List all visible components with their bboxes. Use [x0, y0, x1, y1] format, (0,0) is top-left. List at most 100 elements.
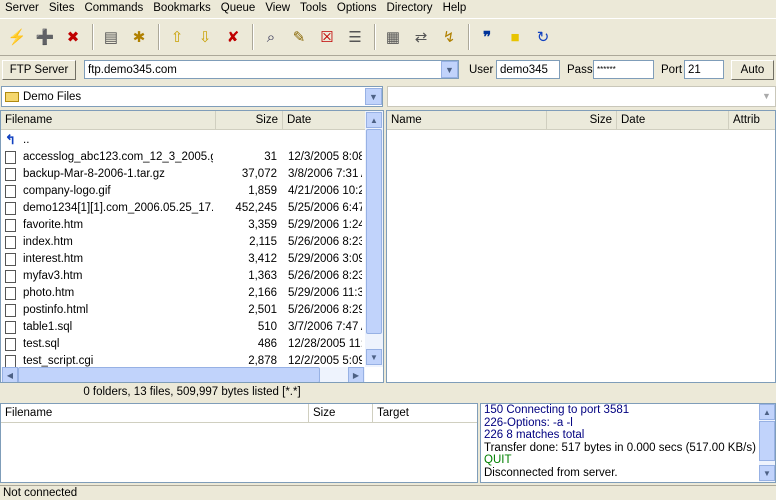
user-value: demo345 [500, 63, 548, 76]
toolbar-separator [468, 24, 470, 50]
cancel-icon[interactable]: ☒ [314, 24, 340, 50]
view-files-icon[interactable]: ▦ [380, 24, 406, 50]
menu-view[interactable]: View [260, 2, 295, 14]
connection-status: Not connected [3, 487, 78, 499]
file-name: backup-Mar-8-2006-1.tar.gz [23, 168, 165, 180]
log-line: 226-Options: -a -l [484, 416, 573, 429]
file-row[interactable]: favorite.htm 3,359 5/29/2006 1:24 [1, 217, 363, 234]
file-row[interactable]: index.htm 2,115 5/26/2006 8:23 [1, 234, 363, 251]
file-size: 2,878 [248, 355, 277, 367]
host-input[interactable]: ftp.demo345.com [84, 60, 459, 79]
file-date: 5/29/2006 11:3 [288, 287, 362, 299]
file-row[interactable]: test.sql 486 12/28/2005 11: [1, 336, 363, 353]
folder-icon[interactable]: ■ [502, 24, 528, 50]
remote-folder-select[interactable] [387, 86, 776, 107]
toolbar-separator [158, 24, 160, 50]
scroll-thumb[interactable] [366, 129, 382, 334]
scroll-left-icon[interactable]: ◀ [2, 367, 18, 382]
local-vertical-scrollbar[interactable]: ▲ ▼ [365, 111, 383, 367]
column-filename[interactable]: Filename [1, 111, 216, 130]
host-dropdown-icon[interactable]: ▼ [441, 61, 458, 78]
file-icon [5, 168, 16, 181]
file-row[interactable]: table1.sql 510 3/7/2006 7:47 A [1, 319, 363, 336]
file-size: 452,245 [235, 202, 277, 214]
pass-label: Pass [567, 64, 593, 76]
column-name[interactable]: Name [387, 111, 547, 130]
file-date: 5/29/2006 3:09 [288, 253, 362, 265]
file-size: 2,166 [248, 287, 277, 299]
file-row[interactable]: interest.htm 3,412 5/29/2006 3:09 [1, 251, 363, 268]
user-input[interactable]: demo345 [496, 60, 560, 79]
add-server-icon[interactable]: ➕ [32, 24, 58, 50]
scroll-down-icon[interactable]: ▼ [366, 349, 382, 365]
port-input[interactable]: 21 [684, 60, 724, 79]
menu-tools[interactable]: Tools [295, 2, 332, 14]
file-row[interactable]: photo.htm 2,166 5/29/2006 11:3 [1, 285, 363, 302]
quote-icon[interactable]: ❞ [474, 24, 500, 50]
upload-icon[interactable]: ⇧ [164, 24, 190, 50]
sync-icon[interactable]: ↯ [436, 24, 462, 50]
file-row[interactable]: backup-Mar-8-2006-1.tar.gz 37,072 3/8/2006… [1, 166, 363, 183]
find-icon[interactable]: ⌕ [258, 24, 284, 50]
file-row[interactable]: accesslog_abc123.com_12_3_2005.gz 31 12/3/… [1, 149, 363, 166]
pass-value: ****** [597, 65, 616, 74]
log-scroll-down-icon[interactable]: ▼ [759, 465, 775, 481]
log-scroll-up-icon[interactable]: ▲ [759, 404, 775, 420]
file-size: 2,115 [249, 236, 277, 248]
file-row[interactable]: demo1234[1][1].com_2006.05.25_17.46 452,2… [1, 200, 363, 217]
menu-commands[interactable]: Commands [79, 2, 148, 14]
log-scrollbar[interactable]: ▲ ▼ [759, 404, 775, 482]
settings-icon[interactable]: ✱ [126, 24, 152, 50]
file-row[interactable]: company-logo.gif 1,859 4/21/2006 10:2 [1, 183, 363, 200]
menu-server[interactable]: Server [0, 2, 44, 14]
folder-icon [5, 91, 19, 102]
scroll-h-thumb[interactable] [18, 367, 320, 382]
connect-icon[interactable]: ⚡ [4, 24, 30, 50]
scroll-up-icon[interactable]: ▲ [366, 112, 382, 128]
queue-column-filename[interactable]: Filename [1, 403, 309, 423]
delete-icon[interactable]: ✘ [220, 24, 246, 50]
auto-mode-button[interactable]: Auto [731, 60, 774, 80]
download-icon[interactable]: ⇩ [192, 24, 218, 50]
log-line: Transfer done: 517 bytes in 0.000 secs (… [484, 441, 756, 454]
local-folder-dropdown-icon[interactable]: ▼ [365, 88, 382, 105]
port-label: Port [661, 64, 683, 76]
queue-column-target[interactable]: Target [373, 404, 477, 423]
file-icon [5, 338, 16, 351]
column-size[interactable]: Size [547, 111, 617, 130]
menu-directory[interactable]: Directory [382, 2, 438, 14]
connection-bar: FTP Server ftp.demo345.com ▼ User demo34… [0, 58, 776, 82]
menu-options[interactable]: Options [332, 2, 382, 14]
toolbar: ⚡ ➕ ✖ ▤ ✱ ⇧ ⇩ ✘ ⌕ ✎ ☒ ☰ ▦ ⇄ ↯ ❞ ■ ↻ [0, 18, 776, 56]
menu-sites[interactable]: Sites [44, 2, 80, 14]
pass-input[interactable]: ****** [593, 60, 654, 79]
menu-bookmarks[interactable]: Bookmarks [148, 2, 216, 14]
local-horizontal-scrollbar[interactable]: ◀ ▶ [1, 367, 365, 382]
column-date[interactable]: Date [617, 111, 729, 130]
file-date: 3/7/2006 7:47 A [288, 321, 362, 333]
refresh-icon[interactable]: ↻ [530, 24, 556, 50]
file-icon [5, 236, 16, 249]
transfer-icon[interactable]: ⇄ [408, 24, 434, 50]
menu-help[interactable]: Help [438, 2, 472, 14]
file-date: 12/3/2005 8:08 [288, 151, 362, 163]
edit-icon[interactable]: ✎ [286, 24, 312, 50]
scroll-right-icon[interactable]: ▶ [348, 367, 364, 382]
properties-icon[interactable]: ☰ [342, 24, 368, 50]
log-scroll-thumb[interactable] [759, 421, 775, 461]
file-size: 31 [264, 151, 277, 163]
menu-queue[interactable]: Queue [216, 2, 261, 14]
file-row[interactable]: myfav3.htm 1,363 5/26/2006 8:23 [1, 268, 363, 285]
local-folder-select[interactable]: Demo Files [1, 86, 383, 107]
ftp-server-button[interactable]: FTP Server [2, 60, 76, 80]
file-row[interactable]: postinfo.html 2,501 5/26/2006 8:29 [1, 302, 363, 319]
parent-directory-row[interactable]: ↰ .. [1, 132, 363, 149]
local-file-list: Filename Size Date ↰ .. accesslog_abc123… [0, 110, 384, 383]
queue-column-size[interactable]: Size [309, 403, 373, 423]
column-size[interactable]: Size [216, 111, 283, 130]
column-attrib[interactable]: Attrib [729, 111, 775, 130]
remote-folder-dropdown-icon[interactable]: ▼ [758, 88, 775, 105]
column-date[interactable]: Date [283, 111, 365, 130]
disconnect-icon[interactable]: ✖ [60, 24, 86, 50]
view-icon[interactable]: ▤ [98, 24, 124, 50]
